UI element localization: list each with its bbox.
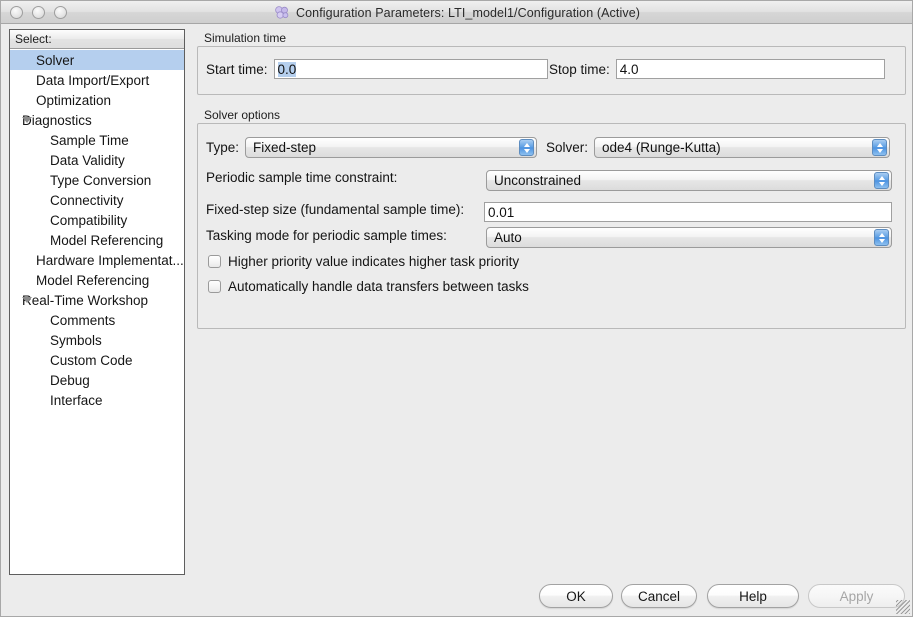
sidebar-item-label: Connectivity [10,193,124,208]
maximize-button[interactable] [54,6,67,19]
periodic-constraint-value: Unconstrained [494,173,581,188]
solver-options-group: Solver options Type: Fixed-step Solver: … [197,108,906,329]
sidebar-item-connectivity[interactable]: Connectivity [10,190,184,210]
sidebar-item-label: Comments [10,313,115,328]
cancel-button[interactable]: Cancel [621,584,697,608]
resize-grip[interactable] [896,600,910,614]
stop-time-value: 4.0 [620,62,639,77]
solver-row: Solver: ode4 (Runge-Kutta) [546,137,890,158]
sidebar-item-label: Interface [10,393,103,408]
close-button[interactable] [10,6,23,19]
title-bar: Configuration Parameters: LTI_model1/Con… [1,1,913,24]
sidebar-item-solver[interactable]: Solver [10,50,184,70]
sidebar-item-label: Custom Code [10,353,133,368]
sidebar-item-sample-time[interactable]: Sample Time [10,130,184,150]
sidebar-item-label: Optimization [10,93,111,108]
dialog-button-bar: OK Cancel Help Apply [1,584,913,610]
sidebar-item-model-referencing[interactable]: Model Referencing [10,270,184,290]
solver-type-row: Type: Fixed-step [206,137,537,158]
sidebar-item-label: Type Conversion [10,173,151,188]
ok-button[interactable]: OK [539,584,613,608]
help-button[interactable]: Help [707,584,799,608]
sidebar-item-label: Debug [10,373,90,388]
start-time-row: Start time: 0.0 [206,59,548,79]
minimize-button[interactable] [32,6,45,19]
sidebar-item-compatibility[interactable]: Compatibility [10,210,184,230]
start-time-value: 0.0 [278,62,297,77]
periodic-constraint-label: Periodic sample time constraint: [206,170,397,185]
stop-time-label: Stop time: [549,62,610,77]
sidebar-item-interface[interactable]: Interface [10,390,184,410]
sidebar-item-data-import-export[interactable]: Data Import/Export [10,70,184,90]
fixed-step-size-value: 0.01 [488,205,514,220]
sidebar-item-label: Compatibility [10,213,127,228]
sidebar-item-label: Data Import/Export [10,73,149,88]
solver-label: Solver: [546,140,588,155]
periodic-constraint-control: Unconstrained [486,170,892,191]
configuration-parameters-window: Configuration Parameters: LTI_model1/Con… [0,0,913,617]
chevron-down-icon[interactable] [22,117,32,123]
sidebar-item-diagnostics[interactable]: Diagnostics [10,110,184,130]
start-time-label: Start time: [206,62,268,77]
solver-type-value: Fixed-step [253,140,316,155]
simulation-time-group: Simulation time Start time: 0.0 Stop tim… [197,31,906,95]
higher-priority-label: Higher priority value indicates higher t… [228,254,519,269]
stepper-arrows-icon[interactable] [874,229,889,246]
solver-type-label: Type: [206,140,239,155]
higher-priority-checkbox-row[interactable]: Higher priority value indicates higher t… [208,254,519,269]
sidebar-item-label: Model Referencing [10,273,149,288]
start-time-input[interactable]: 0.0 [274,59,548,79]
sidebar-item-data-validity[interactable]: Data Validity [10,150,184,170]
fixed-step-size-control: 0.01 [484,202,892,222]
sidebar-item-symbols[interactable]: Symbols [10,330,184,350]
sidebar-item-debug[interactable]: Debug [10,370,184,390]
stepper-arrows-icon[interactable] [519,139,534,156]
window-title: Configuration Parameters: LTI_model1/Con… [296,6,640,20]
sidebar-item-type-conversion[interactable]: Type Conversion [10,170,184,190]
simulation-time-group-label: Simulation time [201,31,289,45]
fixed-step-size-label: Fixed-step size (fundamental sample time… [206,202,464,217]
solver-type-dropdown[interactable]: Fixed-step [245,137,537,158]
sidebar-item-model-referencing[interactable]: Model Referencing [10,230,184,250]
chevron-down-icon[interactable] [22,297,32,303]
tasking-mode-control: Auto [486,227,892,248]
configuration-tree[interactable]: Solver Data Import/Export Optimization Diag… [10,49,184,410]
solver-value: ode4 (Runge-Kutta) [602,140,721,155]
select-header: Select: [10,30,184,49]
sidebar-item-real-time-workshop[interactable]: Real-Time Workshop [10,290,184,310]
periodic-constraint-dropdown[interactable]: Unconstrained [486,170,892,191]
fixed-step-size-input[interactable]: 0.01 [484,202,892,222]
stepper-arrows-icon[interactable] [872,139,887,156]
sidebar-item-label: Model Referencing [10,233,163,248]
auto-data-transfers-checkbox-row[interactable]: Automatically handle data transfers betw… [208,279,529,294]
tasking-mode-label: Tasking mode for periodic sample times: [206,228,447,243]
tasking-mode-value: Auto [494,230,522,245]
sidebar-item-label: Data Validity [10,153,125,168]
sidebar-item-comments[interactable]: Comments [10,310,184,330]
sidebar-item-label: Hardware Implementat... [10,253,184,268]
higher-priority-checkbox[interactable] [208,255,221,268]
apply-button: Apply [808,584,905,608]
solver-dropdown[interactable]: ode4 (Runge-Kutta) [594,137,890,158]
fixed-step-size-row: Fixed-step size (fundamental sample time… [206,202,464,217]
solver-options-group-label: Solver options [201,108,283,122]
sidebar-item-custom-code[interactable]: Custom Code [10,350,184,370]
periodic-constraint-row: Periodic sample time constraint: [206,170,397,185]
settings-content: Simulation time Start time: 0.0 Stop tim… [197,29,906,575]
simulink-icon [275,6,290,19]
stop-time-input[interactable]: 4.0 [616,59,885,79]
sidebar-item-label: Symbols [10,333,102,348]
auto-data-transfers-label: Automatically handle data transfers betw… [228,279,529,294]
sidebar-item-label: Solver [10,53,74,68]
select-panel: Select: Solver Data Import/Export Optimiza… [9,29,185,575]
sidebar-item-label: Sample Time [10,133,129,148]
auto-data-transfers-checkbox[interactable] [208,280,221,293]
stop-time-row: Stop time: 4.0 [549,59,885,79]
tasking-mode-row: Tasking mode for periodic sample times: [206,228,447,243]
sidebar-item-hardware-implementat[interactable]: Hardware Implementat... [10,250,184,270]
sidebar-item-optimization[interactable]: Optimization [10,90,184,110]
stepper-arrows-icon[interactable] [874,172,889,189]
tasking-mode-dropdown[interactable]: Auto [486,227,892,248]
